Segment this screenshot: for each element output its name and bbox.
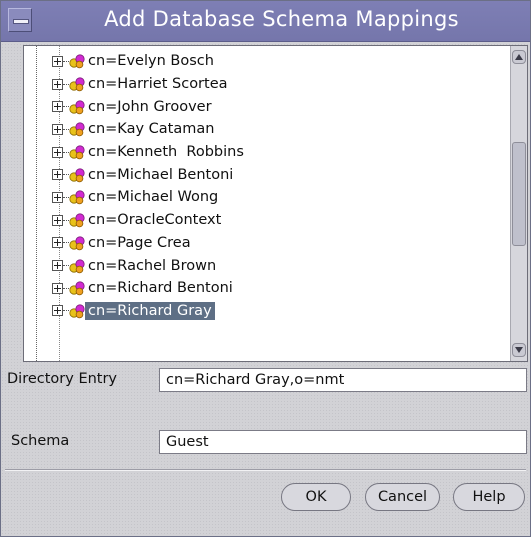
expand-plus-icon[interactable] [52, 260, 63, 272]
directory-entry-icon [69, 168, 85, 183]
scroll-thumb[interactable] [512, 142, 526, 246]
tree-item[interactable]: cn=Kenneth Robbins [52, 141, 244, 164]
tree-item-label: cn=Evelyn Bosch [88, 53, 214, 70]
schema-label: Schema [11, 433, 70, 449]
button-separator [5, 469, 526, 471]
tree-item[interactable]: cn=Michael Wong [52, 186, 244, 209]
tree-item[interactable]: cn=Harriet Scortea [52, 73, 244, 96]
tree-item[interactable]: cn=Richard Gray [52, 300, 244, 323]
directory-tree[interactable]: cn=Evelyn Bosch cn=Harriet Scortea cn=John… [23, 45, 528, 362]
directory-entry-icon [69, 236, 85, 251]
tree-item-label: cn=Harriet Scortea [88, 76, 228, 93]
expand-plus-icon[interactable] [52, 237, 63, 249]
expand-plus-icon[interactable] [52, 169, 63, 181]
directory-entry-icon [69, 122, 85, 137]
tree-guide-line [36, 46, 37, 361]
scroll-down-button[interactable] [512, 343, 526, 357]
expand-plus-icon[interactable] [52, 214, 63, 226]
window-menu-button[interactable] [8, 8, 32, 32]
tree-item[interactable]: cn=Page Crea [52, 232, 244, 255]
tree-item-label: cn=Kay Cataman [88, 121, 215, 138]
expand-plus-icon[interactable] [52, 123, 63, 135]
tree-item-label: cn=OracleContext [88, 212, 222, 229]
window-title: Add Database Schema Mappings [104, 7, 459, 31]
tree-item[interactable]: cn=Michael Bentoni [52, 163, 244, 186]
window-menu-icon [13, 19, 29, 24]
directory-entry-icon [69, 213, 85, 228]
tree-item[interactable]: cn=Rachel Brown [52, 254, 244, 277]
arrow-up-icon [515, 54, 523, 60]
help-button[interactable]: Help [453, 483, 525, 511]
directory-entry-icon [69, 258, 85, 273]
directory-entry-icon [69, 77, 85, 92]
tree-node-list: cn=Evelyn Bosch cn=Harriet Scortea cn=John… [52, 50, 244, 322]
expand-plus-icon[interactable] [52, 305, 63, 317]
tree-item-label: cn=Richard Bentoni [88, 280, 233, 297]
expand-plus-icon[interactable] [52, 146, 63, 158]
directory-entry-icon [69, 100, 85, 115]
directory-entry-icon [69, 190, 85, 205]
ok-button[interactable]: OK [281, 483, 351, 511]
expand-plus-icon[interactable] [52, 101, 63, 113]
tree-item-label: cn=Richard Gray [85, 301, 215, 320]
tree-item-label: cn=Michael Wong [88, 189, 219, 206]
directory-entry-icon [69, 281, 85, 296]
directory-entry-field[interactable]: cn=Richard Gray,o=nmt [159, 368, 527, 392]
expand-plus-icon[interactable] [52, 78, 63, 90]
tree-item-label: cn=Rachel Brown [88, 257, 217, 274]
expand-plus-icon[interactable] [52, 282, 63, 294]
tree-item[interactable]: cn=Evelyn Bosch [52, 50, 244, 73]
tree-item[interactable]: cn=John Groover [52, 95, 244, 118]
tree-item-label: cn=Michael Bentoni [88, 166, 234, 183]
expand-plus-icon[interactable] [52, 191, 63, 203]
arrow-down-icon [515, 347, 523, 353]
dialog-window: Add Database Schema Mappings cn=Evelyn B… [0, 0, 531, 537]
schema-field[interactable]: Guest [159, 430, 527, 454]
scroll-up-button[interactable] [512, 50, 526, 64]
title-bar[interactable]: Add Database Schema Mappings [1, 1, 530, 42]
tree-item[interactable]: cn=OracleContext [52, 209, 244, 232]
directory-entry-icon [69, 145, 85, 160]
tree-vertical-scrollbar[interactable] [510, 46, 527, 361]
directory-entry-icon [69, 304, 85, 319]
tree-item[interactable]: cn=Kay Cataman [52, 118, 244, 141]
tree-item[interactable]: cn=Richard Bentoni [52, 277, 244, 300]
expand-plus-icon[interactable] [52, 55, 63, 67]
tree-item-label: cn=Page Crea [88, 234, 191, 251]
directory-entry-icon [69, 54, 85, 69]
cancel-button[interactable]: Cancel [365, 483, 440, 511]
tree-item-label: cn=Kenneth Robbins [88, 144, 244, 161]
tree-item-label: cn=John Groover [88, 98, 212, 115]
directory-entry-label: Directory Entry [7, 371, 118, 387]
